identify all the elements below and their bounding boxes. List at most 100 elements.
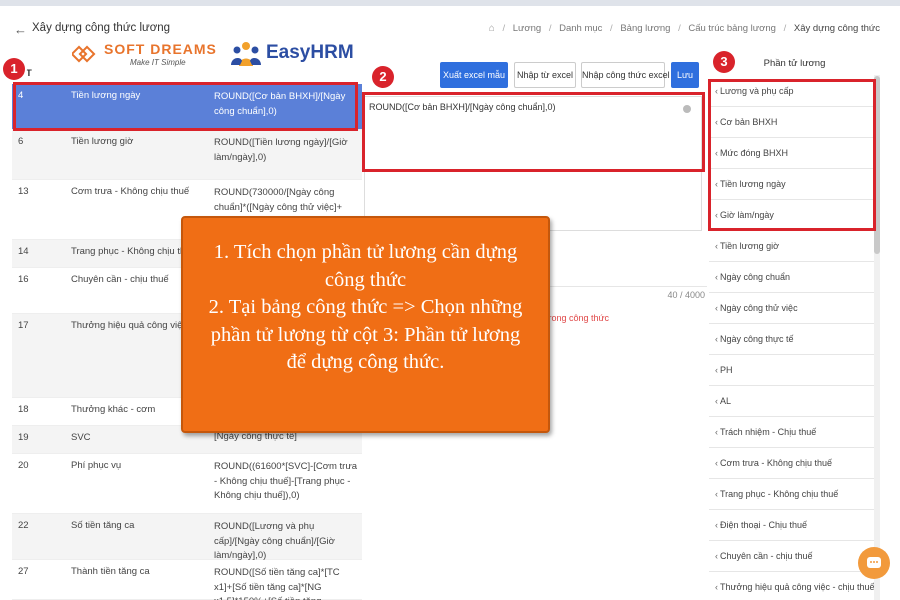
element-item[interactable]: ‹ PH bbox=[709, 355, 877, 386]
save-button[interactable]: Lưu bbox=[671, 62, 699, 88]
easyhrm-name: EasyHRM bbox=[266, 42, 354, 63]
chat-button[interactable] bbox=[858, 547, 890, 579]
chevron-left-icon: ‹ bbox=[715, 458, 718, 468]
softdreams-mark-icon bbox=[72, 45, 96, 63]
element-item[interactable]: ‹ AL bbox=[709, 386, 877, 417]
instruction-callout: 1. Tích chọn phần tử lương cần dựng công… bbox=[181, 216, 550, 433]
chevron-left-icon: ‹ bbox=[715, 365, 718, 375]
row-formula: ROUND([Tiền lương ngày]/[Giờ làm/ngày],0… bbox=[214, 137, 348, 163]
import-formula-excel-button[interactable]: Nhập công thức excel bbox=[581, 62, 670, 88]
column-header-stt: T bbox=[26, 68, 32, 79]
row-name: Phí phục vụ bbox=[71, 460, 122, 471]
row-name: Tiền lương giờ bbox=[71, 136, 134, 147]
breadcrumb-separator: / bbox=[548, 23, 552, 34]
app-screen: ← Xây dựng công thức lương ⌂ / Lương / D… bbox=[0, 0, 900, 600]
breadcrumb-item-luong[interactable]: Lương bbox=[513, 23, 541, 34]
row-no: 13 bbox=[18, 186, 29, 197]
export-excel-template-button[interactable]: Xuất excel mẫu bbox=[440, 62, 508, 88]
breadcrumb-separator: / bbox=[502, 23, 506, 34]
table-row[interactable]: 27 Thành tiền tăng ca ROUND([Số tiền tăn… bbox=[12, 560, 362, 600]
row-formula: ROUND((61600*[SVC]-[Cơm trưa - Không chị… bbox=[214, 461, 357, 502]
table-row[interactable]: 6 Tiền lương giờ ROUND([Tiền lương ngày]… bbox=[12, 130, 362, 180]
element-item[interactable]: ‹ Cơm trưa - Không chịu thuế bbox=[709, 448, 877, 479]
element-item[interactable]: ‹ Thưởng hiệu quả công việc - chịu thuế bbox=[709, 572, 877, 600]
row-no: 16 bbox=[18, 274, 29, 285]
element-label: Ngày công thực tế bbox=[720, 334, 794, 344]
step-marker-1: 1 bbox=[3, 58, 25, 80]
row-name: Thành tiền tăng ca bbox=[71, 566, 150, 577]
element-item[interactable]: ‹ Ngày công thực tế bbox=[709, 324, 877, 355]
table-row[interactable]: 20 Phí phục vụ ROUND((61600*[SVC]-[Cơm t… bbox=[12, 454, 362, 514]
row-formula: ROUND([Số tiền tăng ca]*[TC x1]+[Số tiền… bbox=[214, 567, 340, 600]
breadcrumb-separator: / bbox=[678, 23, 681, 34]
chat-dot bbox=[870, 561, 872, 563]
chevron-left-icon: ‹ bbox=[715, 334, 718, 344]
arrow-left-icon[interactable]: ← bbox=[14, 22, 27, 37]
element-label: PH bbox=[720, 365, 733, 375]
element-label: Trang phục - Không chịu thuế bbox=[720, 489, 839, 499]
highlight-box-1 bbox=[13, 82, 358, 131]
step-marker-3: 3 bbox=[713, 51, 735, 73]
element-item[interactable]: ‹ Ngày công thử việc bbox=[709, 293, 877, 324]
breadcrumb-item-current: Xây dựng công thức bbox=[793, 23, 880, 34]
chevron-left-icon: ‹ bbox=[715, 551, 718, 561]
element-label: Tiền lương giờ bbox=[720, 241, 780, 251]
character-counter: 40 / 4000 bbox=[667, 290, 705, 300]
element-label: AL bbox=[720, 396, 732, 406]
brand-logos: SOFT DREAMS Make IT Simple EasyHRM bbox=[68, 37, 363, 71]
table-row[interactable]: 22 Số tiền tăng ca ROUND([Lương và phụ c… bbox=[12, 514, 362, 561]
breadcrumb-separator: / bbox=[783, 23, 787, 34]
softdreams-logo: SOFT DREAMS Make IT Simple bbox=[72, 39, 222, 69]
page-title: Xây dựng công thức lương bbox=[32, 22, 171, 34]
element-item[interactable]: ‹ Ngày công chuẩn bbox=[709, 262, 877, 293]
instruction-line: 1. Tích chọn phần tử lương cần dựng bbox=[213, 241, 518, 263]
row-no: 19 bbox=[18, 432, 29, 443]
chevron-left-icon: ‹ bbox=[715, 520, 718, 530]
top-strip bbox=[0, 0, 900, 6]
element-label: Ngày công chuẩn bbox=[720, 272, 791, 282]
element-item[interactable]: ‹ Tiền lương giờ bbox=[709, 231, 877, 262]
breadcrumb-item-cau-truc[interactable]: Cấu trúc bảng lương bbox=[688, 23, 776, 34]
chat-dot bbox=[873, 561, 875, 563]
instruction-line: phần tử lương từ cột 3: Phần tử lương bbox=[210, 323, 521, 346]
home-icon[interactable]: ⌂ bbox=[489, 23, 495, 34]
row-no: 27 bbox=[18, 566, 29, 577]
breadcrumb-item-bang-luong[interactable]: Bảng lương bbox=[620, 23, 670, 34]
easyhrm-logo: EasyHRM bbox=[230, 37, 360, 71]
highlight-box-2 bbox=[362, 92, 705, 172]
element-item[interactable]: ‹ Trách nhiệm - Chịu thuế bbox=[709, 417, 877, 448]
row-no: 17 bbox=[18, 320, 29, 331]
element-item[interactable]: ‹ Trang phục - Không chịu thuế bbox=[709, 479, 877, 510]
chevron-left-icon: ‹ bbox=[715, 427, 718, 437]
chat-dot bbox=[876, 561, 878, 563]
row-no: 22 bbox=[18, 520, 29, 531]
easyhrm-mark-icon bbox=[231, 42, 261, 66]
row-name: SVC bbox=[71, 432, 91, 443]
breadcrumb-separator: / bbox=[610, 23, 613, 34]
chevron-left-icon: ‹ bbox=[715, 303, 718, 313]
instruction-line: 2. Tại bảng công thức => Chọn những bbox=[208, 296, 523, 318]
instruction-line: công thức bbox=[324, 268, 407, 291]
row-formula: ROUND([Lương và phụ cấp]/[Ngày công chuẩ… bbox=[214, 521, 335, 562]
chevron-left-icon: ‹ bbox=[715, 396, 718, 406]
softdreams-tagline: Make IT Simple bbox=[130, 58, 186, 67]
softdreams-name: SOFT DREAMS bbox=[104, 41, 217, 57]
validation-message: trong công thức bbox=[546, 313, 610, 323]
row-no: 6 bbox=[18, 136, 24, 147]
import-excel-button[interactable]: Nhập từ excel bbox=[514, 62, 576, 88]
element-label: Trách nhiệm - Chịu thuế bbox=[720, 427, 817, 437]
breadcrumb-item-danh-muc[interactable]: Danh mục bbox=[559, 23, 602, 34]
element-label: Ngày công thử việc bbox=[720, 303, 798, 313]
row-no: 14 bbox=[18, 246, 29, 257]
chat-icon bbox=[867, 557, 881, 568]
instruction-line: để dựng công thức. bbox=[286, 351, 445, 373]
chevron-left-icon: ‹ bbox=[715, 582, 718, 592]
element-item[interactable]: ‹ Chuyên cần - chịu thuế bbox=[709, 541, 877, 572]
breadcrumb: ⌂ / Lương / Danh mục / Bảng lương / Cấu … bbox=[489, 23, 880, 34]
element-label: Điện thoại - Chịu thuế bbox=[720, 520, 808, 530]
element-label: Chuyên cần - chịu thuế bbox=[720, 551, 813, 561]
highlight-box-3 bbox=[708, 79, 876, 231]
chevron-left-icon: ‹ bbox=[715, 272, 718, 282]
element-item[interactable]: ‹ Điện thoại - Chịu thuế bbox=[709, 510, 877, 541]
step-marker-2: 2 bbox=[372, 66, 394, 88]
